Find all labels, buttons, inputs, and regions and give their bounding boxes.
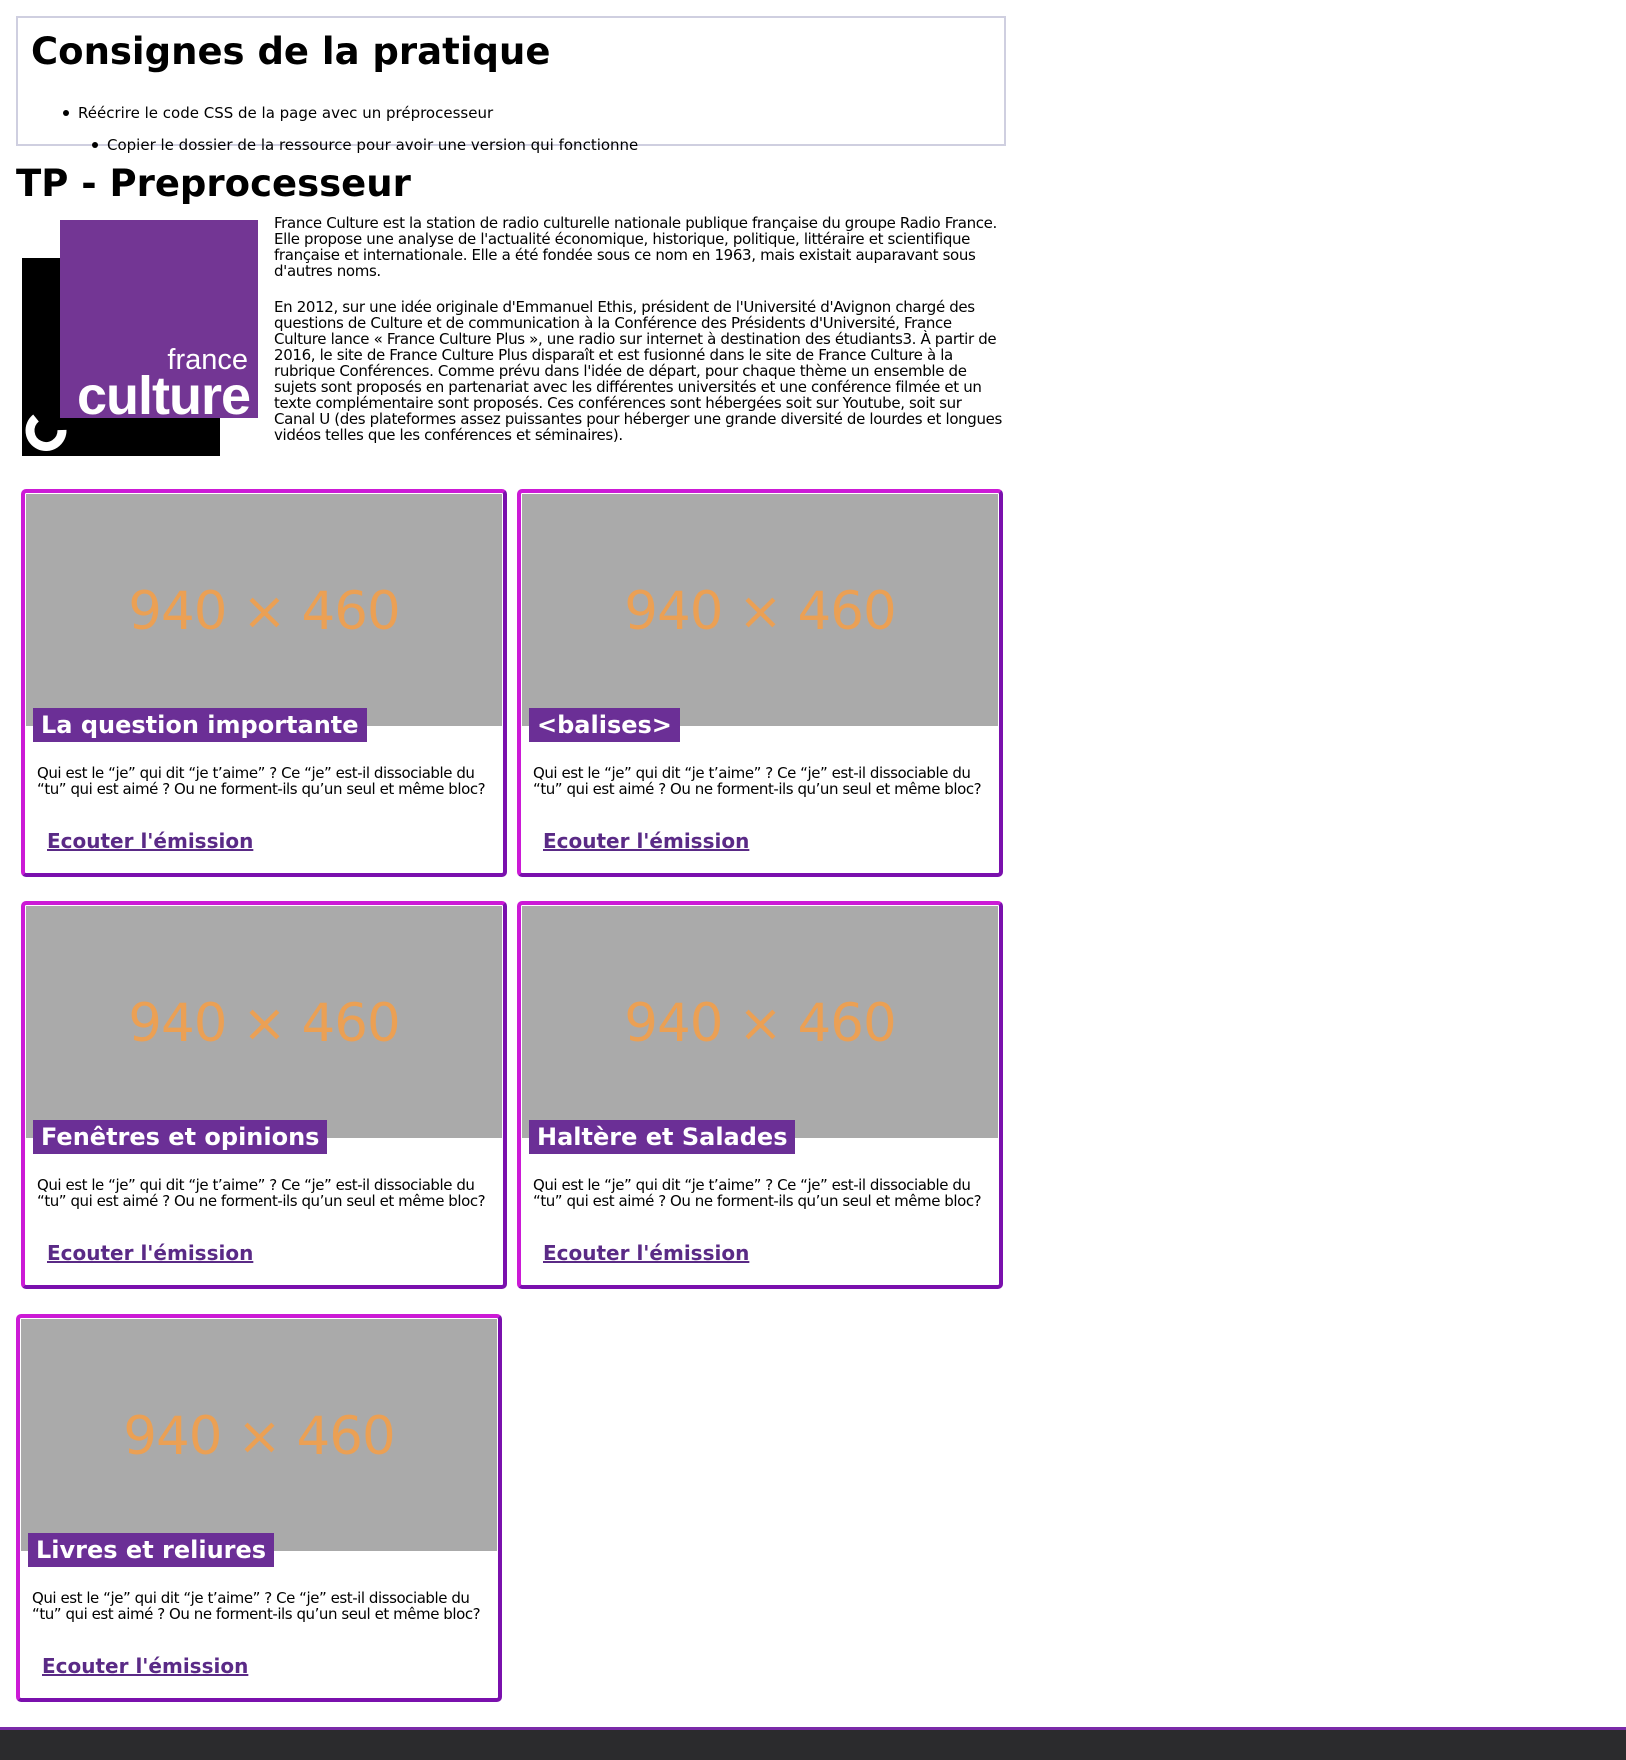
image-placeholder-label: 940 × 460 bbox=[128, 581, 400, 642]
page-footer bbox=[0, 1727, 1626, 1760]
card-description: Qui est le “je” qui dit “je t’aime” ? Ce… bbox=[37, 764, 486, 798]
listen-link[interactable]: Ecouter l'émission bbox=[47, 1241, 253, 1265]
card-description: Qui est le “je” qui dit “je t’aime” ? Ce… bbox=[533, 764, 982, 798]
card-title: Fenêtres et opinions bbox=[33, 1120, 328, 1154]
listen-link[interactable]: Ecouter l'émission bbox=[543, 829, 749, 853]
image-placeholder: 940 × 460 bbox=[522, 494, 998, 726]
image-placeholder: 940 × 460 bbox=[21, 1319, 497, 1551]
show-card: 940 × 460 <balises> Qui est le “je” qui … bbox=[517, 489, 1003, 877]
show-card: 940 × 460 Haltère et Salades Qui est le … bbox=[517, 901, 1003, 1289]
intro-paragraph: France Culture est la station de radio c… bbox=[274, 214, 997, 280]
logo-text-culture: culture bbox=[77, 366, 250, 426]
image-placeholder-label: 940 × 460 bbox=[624, 581, 896, 642]
instructions-title: Consignes de la pratique bbox=[31, 30, 551, 73]
listen-link[interactable]: Ecouter l'émission bbox=[543, 1241, 749, 1265]
listen-link[interactable]: Ecouter l'émission bbox=[42, 1654, 248, 1678]
show-card: 940 × 460 Livres et reliures Qui est le … bbox=[16, 1314, 502, 1702]
card-title: <balises> bbox=[529, 708, 680, 742]
image-placeholder-label: 940 × 460 bbox=[624, 993, 896, 1054]
france-culture-logo: france culture bbox=[22, 220, 258, 456]
image-placeholder: 940 × 460 bbox=[522, 906, 998, 1138]
image-placeholder: 940 × 460 bbox=[26, 494, 502, 726]
card-title: Haltère et Salades bbox=[529, 1120, 796, 1154]
instruction-text: Réécrire le code CSS de la page avec un … bbox=[78, 104, 494, 122]
image-placeholder: 940 × 460 bbox=[26, 906, 502, 1138]
bullet-icon bbox=[92, 142, 98, 148]
listen-link[interactable]: Ecouter l'émission bbox=[47, 829, 253, 853]
card-title: La question importante bbox=[33, 708, 367, 742]
intro-text: France Culture est la station de radio c… bbox=[274, 215, 1004, 463]
instruction-item: Réécrire le code CSS de la page avec un … bbox=[63, 104, 494, 122]
instruction-item: Copier le dossier de la ressource pour a… bbox=[92, 136, 639, 154]
page-title: TP - Preprocesseur bbox=[16, 162, 411, 205]
intro-paragraph: En 2012, sur une idée originale d'Emmanu… bbox=[274, 298, 1002, 444]
image-placeholder-label: 940 × 460 bbox=[128, 993, 400, 1054]
image-placeholder-label: 940 × 460 bbox=[123, 1406, 395, 1467]
bullet-icon bbox=[63, 110, 69, 116]
card-description: Qui est le “je” qui dit “je t’aime” ? Ce… bbox=[37, 1176, 486, 1210]
card-title: Livres et reliures bbox=[28, 1533, 275, 1567]
instructions-box: Consignes de la pratique Réécrire le cod… bbox=[16, 16, 1006, 154]
instruction-text: Copier le dossier de la ressource pour a… bbox=[107, 136, 639, 154]
show-card: 940 × 460 Fenêtres et opinions Qui est l… bbox=[21, 901, 507, 1289]
show-card: 940 × 460 La question importante Qui est… bbox=[21, 489, 507, 877]
card-description: Qui est le “je” qui dit “je t’aime” ? Ce… bbox=[32, 1589, 481, 1623]
card-description: Qui est le “je” qui dit “je t’aime” ? Ce… bbox=[533, 1176, 982, 1210]
